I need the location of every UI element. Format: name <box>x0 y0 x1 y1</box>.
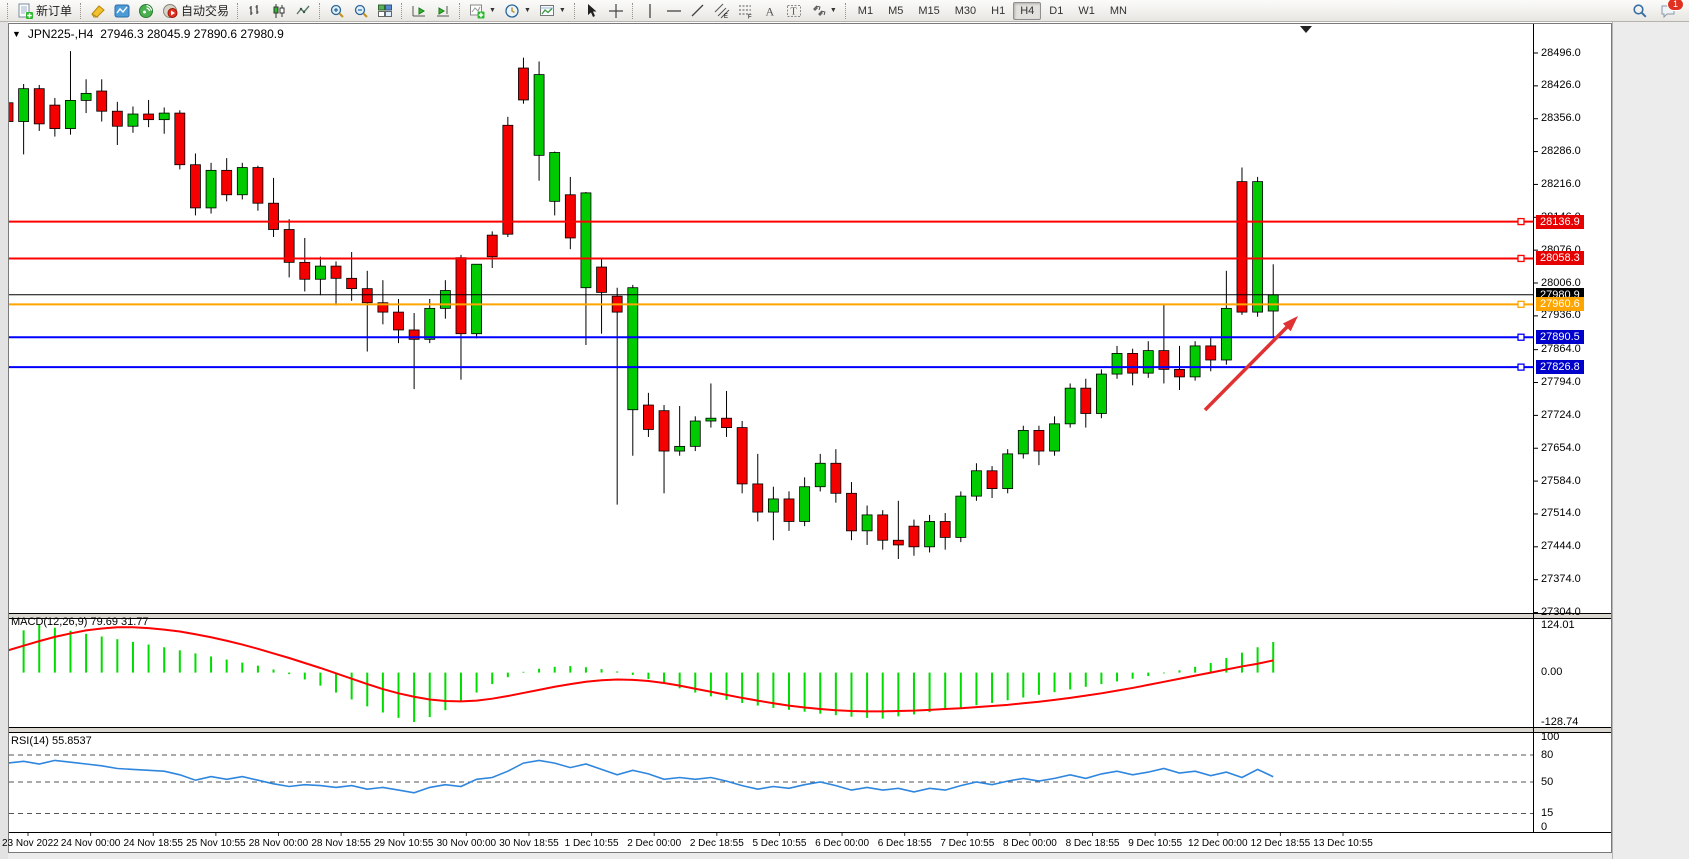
chart-canvas[interactable] <box>0 0 1689 859</box>
chat-badge: 1 <box>1667 0 1684 11</box>
horizontal-line-tool-button[interactable] <box>662 1 686 21</box>
candlestick-button[interactable] <box>267 1 291 21</box>
tile-windows-icon <box>377 3 393 19</box>
dropdown-caret-icon: ▼ <box>830 7 837 14</box>
zoom-out-icon <box>353 3 369 19</box>
period-clock-icon <box>504 3 520 19</box>
zoom-out-button[interactable] <box>349 1 373 21</box>
symbol-dropdown-icon[interactable]: ▼ <box>12 29 21 39</box>
horizontal-line-icon <box>666 3 682 19</box>
toolbar-separator <box>459 3 461 19</box>
text-label-icon: T <box>786 3 802 19</box>
timeframe-m5-button[interactable]: M5 <box>881 2 910 20</box>
crosshair-tool-button[interactable] <box>604 1 628 21</box>
trendline-icon <box>690 3 706 19</box>
auto-scroll-button[interactable] <box>431 1 455 21</box>
main-toolbar: 新订单 自动交易 ▼ ▼ ▼ E F A T ▼ M1M5M15M30H1H4D… <box>0 0 1689 22</box>
template-icon <box>539 3 555 19</box>
new-order-icon <box>17 3 33 19</box>
trendline-tool-button[interactable] <box>686 1 710 21</box>
line-ch art-icon <box>295 3 311 19</box>
toolbar-separator <box>401 3 403 19</box>
timeframe-w1-button[interactable]: W1 <box>1071 2 1102 20</box>
bar-chart-button[interactable] <box>243 1 267 21</box>
toolbar-right-group: 1 <box>1628 1 1686 21</box>
arrows-tool-button[interactable]: ▼ <box>806 1 841 21</box>
vertical-line-icon <box>642 3 658 19</box>
search-button[interactable] <box>1628 1 1652 21</box>
timeframe-m1-button[interactable]: M1 <box>851 2 880 20</box>
zoom-in-button[interactable] <box>325 1 349 21</box>
search-icon <box>1632 3 1648 19</box>
timeframe-h4-button[interactable]: H4 <box>1013 2 1041 20</box>
toolbar-separator <box>845 3 847 19</box>
dropdown-caret-icon: ▼ <box>524 7 531 14</box>
new-order-button[interactable]: 新订单 <box>13 1 76 21</box>
chart-shift-icon <box>411 3 427 19</box>
timeframe-m15-button[interactable]: M15 <box>911 2 946 20</box>
channel-tool-button[interactable]: E <box>710 1 734 21</box>
text-tool-button[interactable]: A <box>758 1 782 21</box>
timeframe-mn-button[interactable]: MN <box>1103 2 1134 20</box>
timeframe-toolbar: M1M5M15M30H1H4D1W1MN <box>851 2 1134 20</box>
svg-text:E: E <box>724 14 728 19</box>
svg-text:T: T <box>790 6 796 17</box>
vertical-line-tool-button[interactable] <box>638 1 662 21</box>
macd-indicator-label: MACD(12,26,9) 79.69 31.77 <box>11 616 149 628</box>
toolbar-separator <box>319 3 321 19</box>
zoom-in-icon <box>329 3 345 19</box>
new-order-label: 新订单 <box>36 2 72 19</box>
tile-windows-button[interactable] <box>373 1 397 21</box>
svg-text:A: A <box>765 4 774 18</box>
rsi-indicator-label: RSI(14) 55.8537 <box>11 735 92 747</box>
toolbar-separator <box>237 3 239 19</box>
candlestick-icon <box>271 3 287 19</box>
line-chart-button[interactable] <box>291 1 315 21</box>
fibonacci-tool-button[interactable]: F <box>734 1 758 21</box>
auto-scroll-icon <box>435 3 451 19</box>
chat-button[interactable]: 1 <box>1656 1 1680 21</box>
fibonacci-icon: F <box>738 3 754 19</box>
chart-window-button[interactable] <box>110 1 134 21</box>
crosshair-icon <box>608 3 624 19</box>
svg-text:F: F <box>748 14 752 19</box>
chart-window-icon <box>114 3 130 19</box>
equidistant-channel-icon: E <box>714 3 730 19</box>
autotrade-icon <box>162 3 178 19</box>
dropdown-caret-icon: ▼ <box>489 7 496 14</box>
cursor-tool-button[interactable] <box>580 1 604 21</box>
signal-button[interactable] <box>134 1 158 21</box>
highlighter-button[interactable] <box>86 1 110 21</box>
chart-title[interactable]: ▼ JPN225-,H4 27946.3 28045.9 27890.6 279… <box>12 27 284 41</box>
period-clock-button[interactable]: ▼ <box>500 1 535 21</box>
template-button[interactable]: ▼ <box>535 1 570 21</box>
text-label-tool-button[interactable]: T <box>782 1 806 21</box>
toolbar-separator <box>80 3 82 19</box>
add-indicator-button[interactable]: ▼ <box>465 1 500 21</box>
chart-symbol-period: JPN225-,H4 <box>28 27 93 41</box>
timeframe-m30-button[interactable]: M30 <box>948 2 983 20</box>
signal-icon <box>138 3 154 19</box>
add-indicator-icon <box>469 3 485 19</box>
bar-chart-icon <box>247 3 263 19</box>
toolbar-separator <box>574 3 576 19</box>
timeframe-h1-button[interactable]: H1 <box>984 2 1012 20</box>
autotrade-label: 自动交易 <box>181 2 229 19</box>
chart-ohlc-readout: 27946.3 28045.9 27890.6 27980.9 <box>100 27 284 41</box>
chart-shift-button[interactable] <box>407 1 431 21</box>
toolbar-separator <box>632 3 634 19</box>
text-icon: A <box>762 3 778 19</box>
arrows-icon <box>810 3 826 19</box>
dropdown-caret-icon: ▼ <box>559 7 566 14</box>
autotrade-button[interactable]: 自动交易 <box>158 1 233 21</box>
timeframe-d1-button[interactable]: D1 <box>1042 2 1070 20</box>
toolbar-grip[interactable] <box>7 3 9 19</box>
cursor-icon <box>584 3 600 19</box>
highlighter-icon <box>90 3 106 19</box>
